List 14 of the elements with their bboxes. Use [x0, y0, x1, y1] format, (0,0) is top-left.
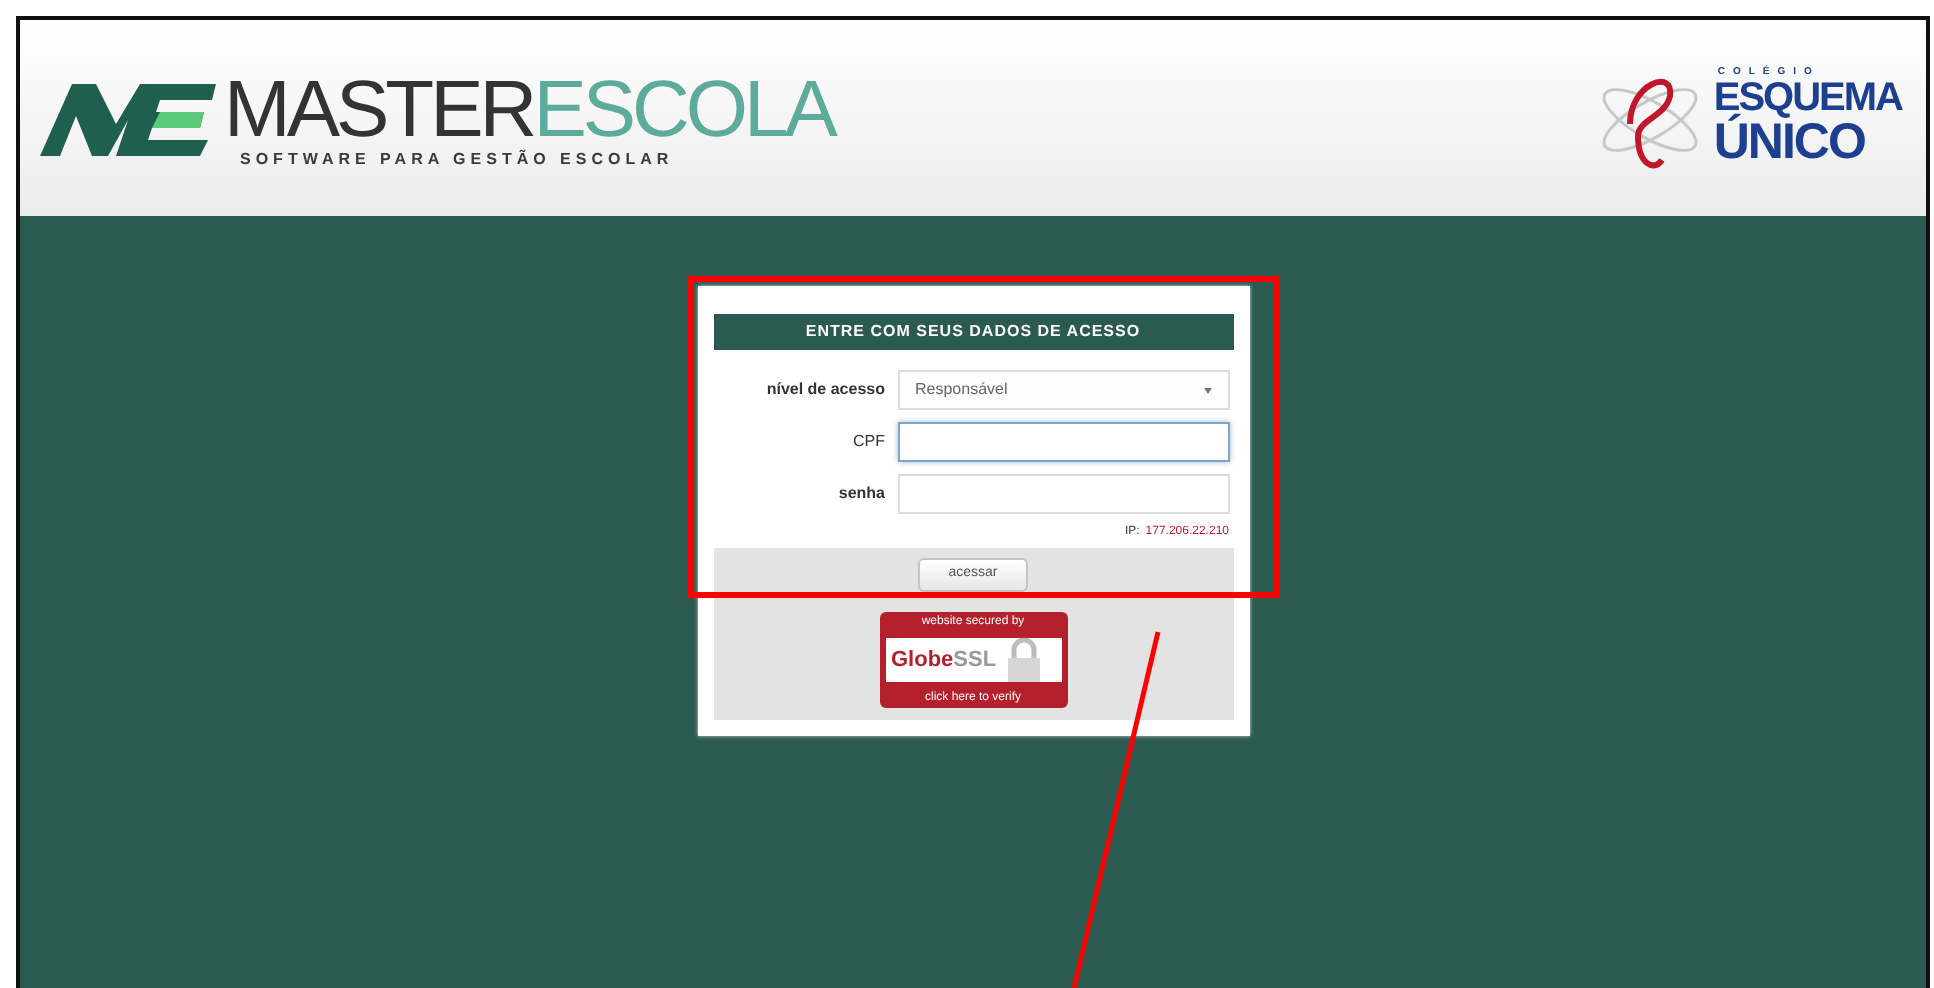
caret-icon	[1203, 387, 1211, 393]
access-level-select[interactable]: Responsável	[897, 370, 1229, 410]
input-field[interactable]	[897, 422, 1229, 462]
padlock-icon	[1004, 638, 1045, 682]
brand-name: ESCOLA	[533, 69, 834, 149]
school-name: ÚNICO	[1713, 118, 1865, 168]
field-label: senha	[836, 482, 885, 506]
field-label: CPF	[851, 430, 885, 454]
login-title: ENTRE COM SEUS DADOS DE ACESSO	[713, 314, 1233, 350]
brand-tagline: SOFTWARE PARA GESTÃO ESCOLAR	[240, 151, 676, 167]
badge-brand: GlobeSSL	[891, 649, 997, 671]
field-label: nível de acesso	[764, 378, 885, 402]
brand-name: MASTER	[224, 69, 534, 149]
school-name: ESQUEMA	[1713, 78, 1902, 118]
